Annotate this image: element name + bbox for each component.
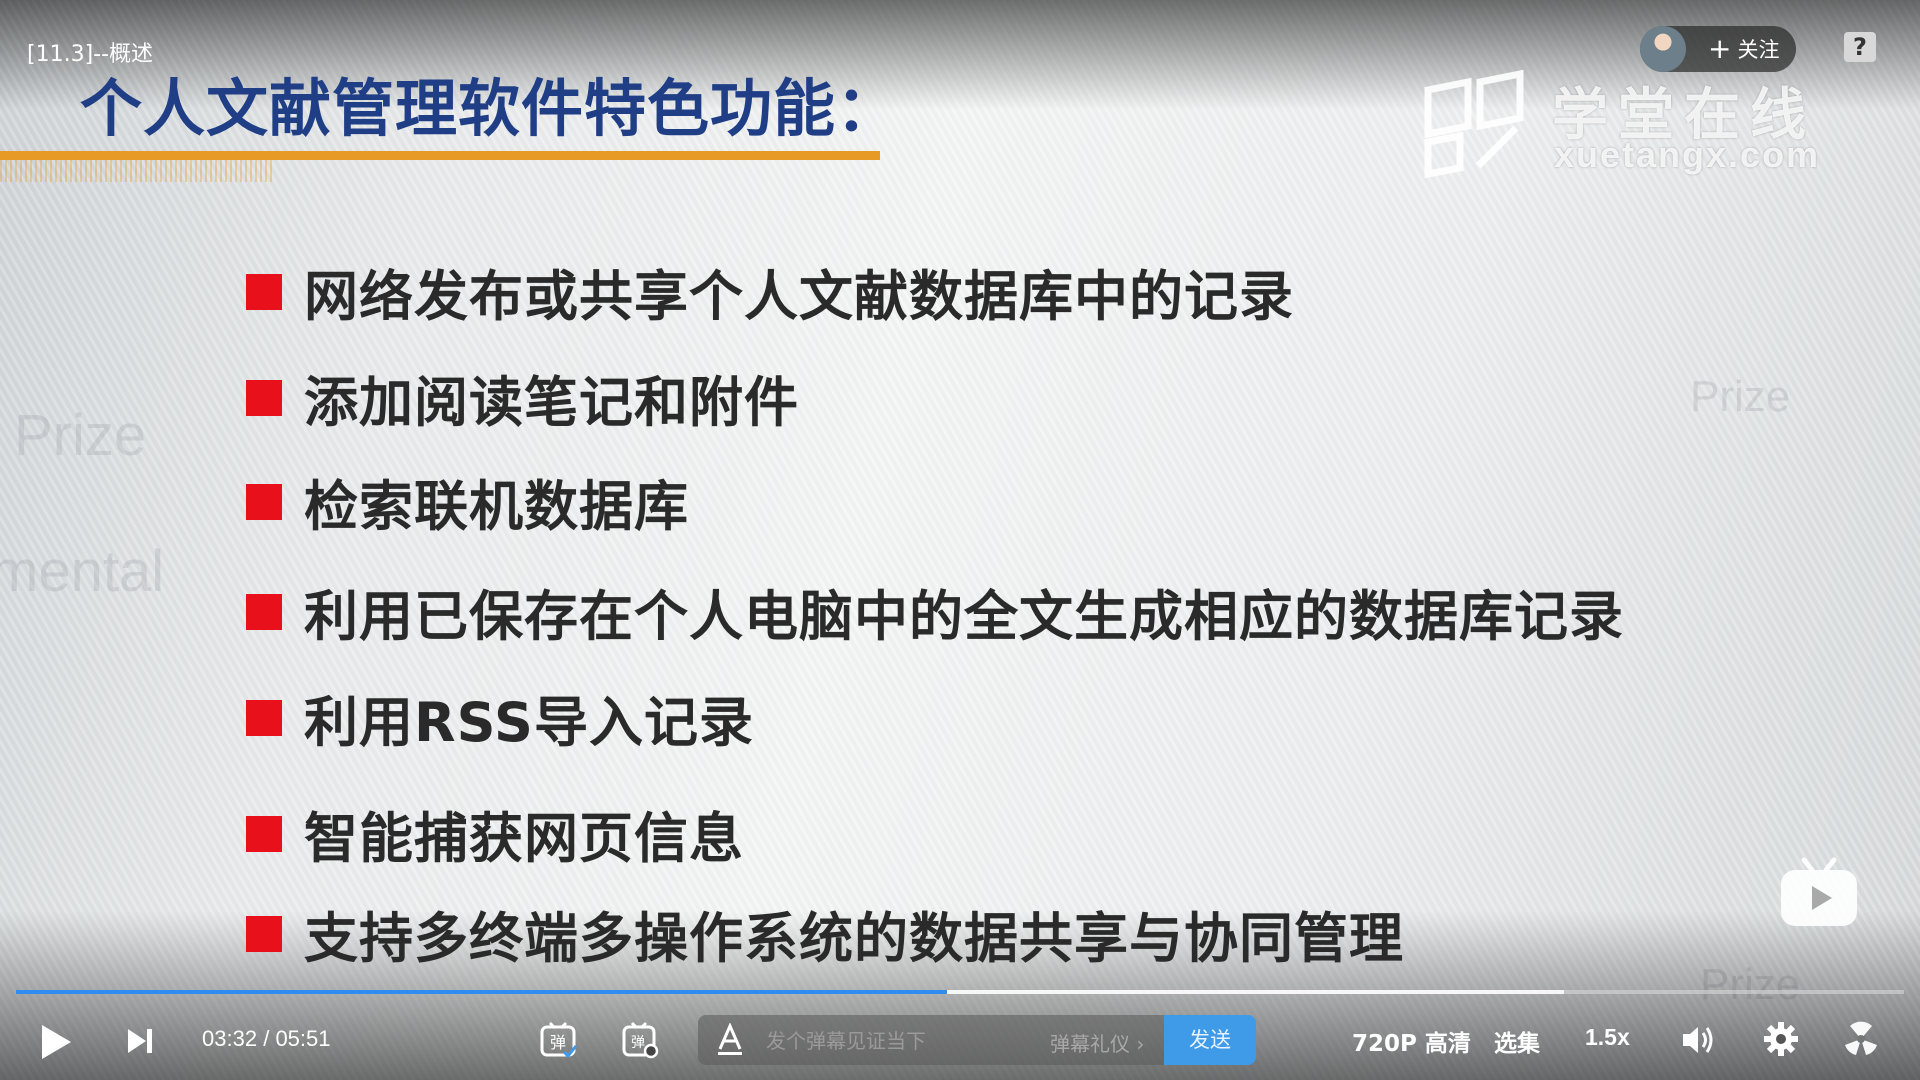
play-icon[interactable] — [38, 1022, 74, 1062]
video-title: [11.3]--概述 — [27, 42, 154, 67]
follow-button[interactable]: + 关注 — [1640, 26, 1796, 72]
bilibili-tv-icon[interactable] — [1778, 856, 1860, 928]
progress-played[interactable] — [16, 990, 947, 994]
settings-gear-icon[interactable] — [1762, 1020, 1800, 1058]
bullet-item: 支持多终端多操作系统的数据共享与协同管理 — [246, 894, 1404, 973]
volume-icon[interactable] — [1680, 1022, 1716, 1058]
time-display: 03:32 / 05:51 — [202, 1026, 331, 1052]
video-frame[interactable]: Prize mental Prize Prize 个人文献管理软件特色功能： 学… — [0, 0, 1920, 1080]
follow-label: 关注 — [1737, 38, 1780, 62]
svg-text:弹: 弹 — [550, 1033, 566, 1052]
danmaku-etiquette-link[interactable]: 弹幕礼仪 › — [1050, 1028, 1144, 1057]
bullet-marker — [246, 379, 282, 416]
background-text: mental — [0, 539, 165, 604]
bullet-text: 支持多终端多操作系统的数据共享与协同管理 — [304, 907, 1404, 970]
bullet-item: 网络发布或共享个人文献数据库中的记录 — [246, 252, 1294, 331]
danmaku-toggle-icon[interactable]: 弹 — [538, 1020, 578, 1060]
bullet-marker — [246, 915, 282, 952]
bullet-marker — [246, 483, 282, 520]
logo-text-en: xuetangx.com — [1554, 134, 1821, 175]
next-episode-icon[interactable] — [126, 1026, 154, 1056]
fullscreen-icon[interactable] — [1842, 1020, 1880, 1058]
episodes-button[interactable]: 选集 — [1494, 1024, 1540, 1058]
danmaku-settings-icon[interactable]: 弹 — [620, 1020, 660, 1060]
bullet-item: 利用RSS导入记录 — [246, 678, 754, 757]
bullet-marker — [246, 593, 282, 630]
bullet-text: 添加阅读笔记和附件 — [304, 371, 799, 434]
bullet-item: 检索联机数据库 — [246, 462, 689, 541]
progress-bar[interactable] — [16, 990, 1904, 994]
help-button[interactable]: ? — [1844, 32, 1876, 62]
background-text: Prize — [14, 403, 147, 468]
bullet-marker — [246, 699, 282, 736]
bullet-text: 利用已保存在个人电脑中的全文生成相应的数据库记录 — [304, 585, 1624, 648]
quality-button[interactable]: 720P 高清 — [1352, 1024, 1471, 1058]
danmaku-style-icon[interactable] — [716, 1023, 744, 1057]
svg-text:弹: 弹 — [631, 1035, 645, 1051]
danmaku-input[interactable] — [764, 1015, 1058, 1065]
bullet-item: 添加阅读笔记和附件 — [246, 358, 799, 437]
time-separator: / — [263, 1026, 270, 1051]
title-underline — [0, 151, 880, 160]
slide-title: 个人文献管理软件特色功能： — [80, 72, 900, 145]
total-time: 05:51 — [275, 1026, 331, 1051]
background-text: Prize — [1690, 372, 1791, 421]
bullet-marker — [246, 815, 282, 852]
speed-button[interactable]: 1.5x — [1585, 1024, 1630, 1051]
current-time: 03:32 — [202, 1026, 258, 1051]
plus-icon: + — [1708, 32, 1732, 65]
danmaku-send-button[interactable]: 发送 — [1164, 1015, 1256, 1065]
uploader-avatar[interactable] — [1640, 26, 1686, 72]
danmaku-bar: 弹幕礼仪 › 发送 — [698, 1015, 1256, 1065]
bullet-text: 检索联机数据库 — [304, 475, 689, 538]
bullet-item: 智能捕获网页信息 — [246, 794, 744, 873]
xuetangx-logo-icon — [1424, 69, 1524, 178]
bullet-text: 智能捕获网页信息 — [304, 807, 744, 870]
bullet-text: 利用RSS导入记录 — [304, 691, 754, 754]
title-underline-texture — [0, 160, 272, 182]
bullet-marker — [246, 273, 282, 310]
bullet-text: 网络发布或共享个人文献数据库中的记录 — [304, 265, 1294, 328]
xuetangx-logo: 学堂在线 xuetangx.com — [1420, 68, 1818, 178]
bullet-item: 利用已保存在个人电脑中的全文生成相应的数据库记录 — [246, 572, 1624, 651]
